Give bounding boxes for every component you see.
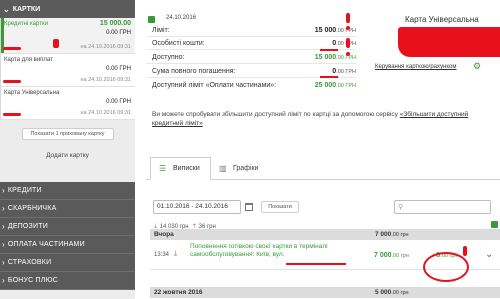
installment-limit-row: Доступний ліміт «Оплати частинами»: 25 0… [146, 81, 356, 92]
card-title: Карта Універсальна [405, 15, 479, 24]
group-date: 22 жовтня 2016 [154, 289, 203, 296]
card-item-payout[interactable]: Карта для виплат 0.00 ГРН на 24.10.2016 … [1, 54, 135, 87]
card-balance: 0.00 ГРН [106, 66, 131, 72]
annotation-mark [346, 52, 350, 56]
menu-item-label: СКАРБНИЧКА [7, 205, 57, 212]
menu-item-installments[interactable]: › ОПЛАТА ЧАСТИНАМИ [0, 236, 135, 254]
card-name: Карта Універсальна [4, 90, 60, 96]
redaction-mark [53, 39, 59, 48]
chevron-right-icon: › [2, 276, 5, 285]
statement-tabs: ☰ Виписки ▥ Графіки [146, 157, 500, 180]
annotation-underline [286, 263, 346, 265]
chevron-right-icon: › [2, 222, 5, 231]
available-label: Доступно: [152, 54, 185, 61]
annotation-circle [423, 252, 469, 282]
annotation-mark [346, 26, 350, 30]
card-balance: 0.00 ГРН [106, 99, 131, 105]
cards-list: Кредитні картки 15 000.00 0.00 ГРН на 24… [0, 18, 135, 120]
tab-statements[interactable]: ☰ Виписки [150, 157, 211, 180]
tab-label: Графіки [233, 165, 259, 172]
chevron-right-icon: › [2, 240, 5, 249]
card-name: Карта для виплат [4, 57, 53, 63]
tab-label: Виписки [173, 165, 200, 172]
card-item-universal[interactable]: Карта Універсальна 0.00 ГРН на 24.10.201… [1, 87, 135, 120]
card-icon [148, 16, 155, 23]
search-input[interactable]: ⚲ [394, 200, 491, 214]
card-item-credit[interactable]: Кредитні картки 15 000.00 0.00 ГРН на 24… [1, 18, 135, 54]
promo-text: Ви можете спробувати збільшити доступний… [152, 111, 400, 118]
card-date: на 24.10.2016 09:31 [80, 110, 131, 116]
card-image-redacted [398, 27, 500, 57]
group-total: 5 000.00 грн [375, 289, 409, 296]
transaction-time: 13:34 [154, 252, 170, 258]
annotation-mark [346, 13, 350, 23]
menu-item-label: ДЕПОЗИТИ [7, 223, 48, 230]
annotation-underline [320, 49, 338, 51]
credit-limit-promo: Ви можете спробувати збільшити доступний… [152, 110, 497, 128]
chevron-right-icon: › [2, 186, 5, 195]
full-repayment-label: Сума повного погашення: [152, 68, 236, 75]
gear-icon[interactable]: ⚙ [473, 62, 482, 71]
list-icon: ☰ [159, 163, 167, 173]
main-content: 24.10.2016 Ліміт: 15 000.00 ГРН Особисті… [146, 0, 500, 299]
calendar-icon[interactable] [245, 203, 253, 211]
limit-row: Ліміт: 15 000.00 ГРН [146, 26, 356, 37]
installment-limit-value: 25 000.00 ГРН [314, 82, 356, 89]
menu-item-label: СТРАХОВКИ [7, 259, 52, 266]
card-date: на 24.10.2016 09:31 [80, 44, 131, 50]
annotation-mark [463, 246, 467, 256]
transaction-amount: 7 000.00 грн [374, 252, 409, 259]
menu-item-insurance[interactable]: › СТРАХОВКИ [0, 254, 135, 272]
group-date: Вчора [154, 231, 174, 238]
cards-section-header[interactable]: ⌄ КАРТКИ [0, 0, 135, 18]
show-button[interactable]: Показати [261, 201, 299, 213]
search-icon: ⚲ [398, 204, 404, 211]
download-icon[interactable]: ⤓ [174, 250, 177, 258]
redaction-mark [3, 47, 21, 50]
group-header-yesterday: Вчора 7 000.00 грн [150, 229, 500, 240]
card-amount: 15 000.00 [99, 20, 131, 27]
tab-charts[interactable]: ▥ Графіки [213, 157, 269, 180]
add-card-link[interactable]: Додати картку [0, 152, 135, 159]
group-total: 7 000.00 грн [375, 231, 409, 238]
limit-label: Ліміт: [152, 27, 170, 34]
menu-item-credits[interactable]: › КРЕДИТИ [0, 182, 135, 200]
annotation-underline [320, 76, 338, 78]
date-range-input[interactable]: 01.10.2016 - 24.10.2016 [153, 200, 241, 214]
menu-item-label: ОПЛАТА ЧАСТИНАМИ [7, 241, 85, 248]
full-repayment-value: 0.00 ГРН [332, 68, 356, 75]
chevron-right-icon: › [2, 258, 5, 267]
available-row: Доступно: 15 000.00 ГРН [146, 53, 356, 64]
own-funds-label: Особисті кошти: [152, 40, 205, 47]
group-header-oct-22: 22 жовтня 2016 5 000.00 грн [150, 287, 500, 298]
menu-item-label: БОНУС ПЛЮС [7, 277, 59, 284]
redaction-mark [3, 80, 21, 83]
chevron-down-icon[interactable]: ⌄ [485, 249, 493, 260]
available-value: 15 000.00 ГРН [314, 54, 356, 61]
chevron-down-icon: ⌄ [3, 4, 10, 14]
chart-icon: ▥ [219, 163, 227, 173]
chevron-right-icon: › [2, 204, 5, 213]
export-icon[interactable] [491, 221, 498, 228]
menu-item-deposits[interactable]: › ДЕПОЗИТИ [0, 218, 135, 236]
sidebar: ⌄ КАРТКИ Кредитні картки 15 000.00 0.00 … [0, 0, 135, 299]
menu-item-bonus-plus[interactable]: › БОНУС ПЛЮС [0, 272, 135, 290]
card-balance: 0.00 ГРН [106, 30, 131, 36]
menu-item-savings[interactable]: › СКАРБНИЧКА [0, 200, 135, 218]
show-hidden-cards-button[interactable]: Показати 1 прихованy картку [21, 128, 114, 140]
redaction-mark [3, 113, 21, 116]
card-info-date: 24.10.2016 [166, 15, 197, 21]
card-date: на 24.10.2016 09:31 [80, 77, 131, 83]
sidebar-menu: › КРЕДИТИ › СКАРБНИЧКА › ДЕПОЗИТИ › ОПЛАТА Ч… [0, 182, 135, 290]
transaction-description: Поповнення готівкою своєї картки в термі… [190, 243, 328, 258]
own-funds-value: 0.00 ГРН [332, 40, 356, 47]
installment-limit-label: Доступний ліміт «Оплати частинами»: [152, 82, 277, 89]
cards-header-label: КАРТКИ [12, 5, 41, 13]
manage-card-link[interactable]: Керування карткою/рахунком [375, 64, 457, 70]
annotation-mark [346, 38, 350, 48]
menu-item-label: КРЕДИТИ [7, 187, 42, 194]
